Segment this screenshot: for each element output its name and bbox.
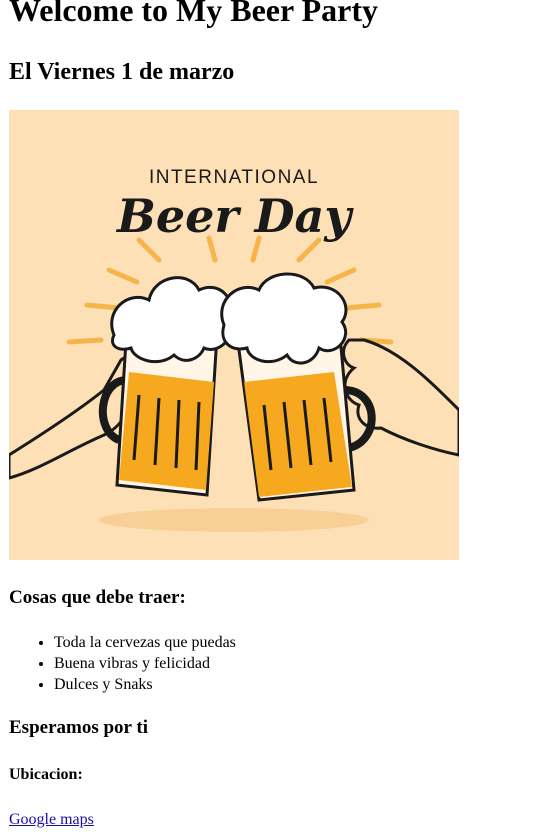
party-date: El Viernes 1 de marzo bbox=[9, 59, 235, 85]
right-foam bbox=[220, 272, 348, 365]
mug-shadow bbox=[99, 508, 369, 532]
left-beer bbox=[119, 372, 214, 490]
beer-day-poster: INTERNATIONAL Beer Day bbox=[7, 110, 461, 560]
page-title: Welcome to My Beer Party bbox=[9, 0, 379, 28]
list-item: Dulces y Snaks bbox=[54, 674, 236, 695]
list-item: Buena vibras y felicidad bbox=[54, 653, 236, 674]
poster-headline: INTERNATIONAL bbox=[149, 167, 319, 188]
bring-list: Toda la cervezas que puedas Buena vibras… bbox=[9, 632, 236, 695]
google-maps-link[interactable]: Google maps bbox=[9, 810, 94, 829]
waiting-heading: Esperamos por ti bbox=[9, 717, 148, 738]
poster-brand: Beer Day bbox=[115, 189, 354, 243]
right-beer bbox=[244, 372, 352, 497]
location-label: Ubicacion: bbox=[9, 766, 83, 783]
bring-heading: Cosas que debe traer: bbox=[9, 587, 186, 608]
beer-mugs-illustration: INTERNATIONAL Beer Day bbox=[7, 110, 461, 560]
list-item: Toda la cervezas que puedas bbox=[54, 632, 236, 653]
